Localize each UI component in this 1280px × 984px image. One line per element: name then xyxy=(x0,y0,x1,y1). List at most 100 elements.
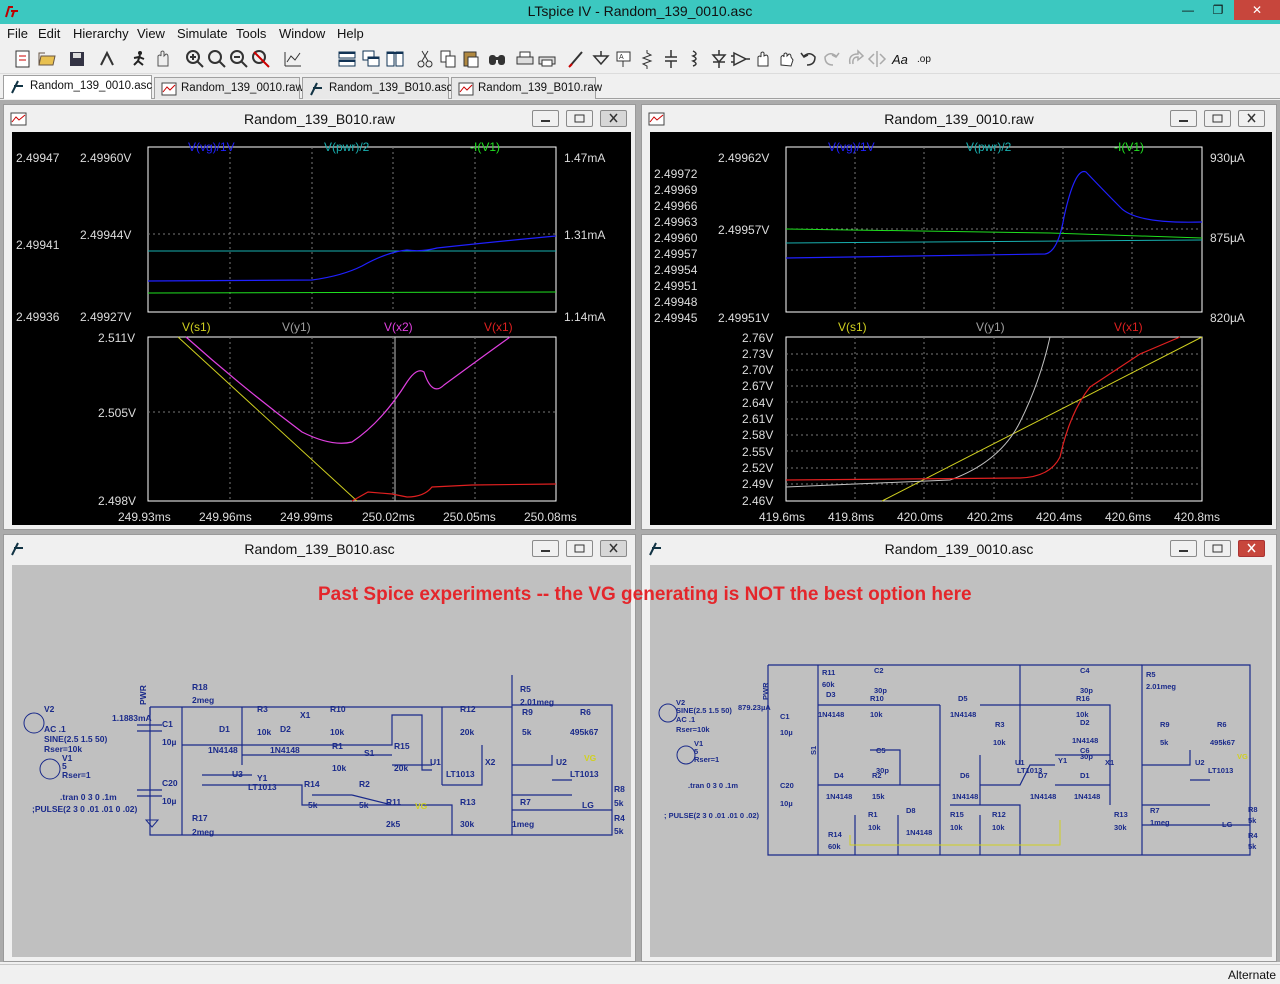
trace-label-vg[interactable]: V(vg)/1V xyxy=(188,140,235,154)
menu-tools[interactable]: Tools xyxy=(236,26,266,41)
schematic-canvas-right[interactable]: PWR R11 60k D3 1N4148 C2 30p R10 10k D5 … xyxy=(650,565,1272,957)
ground-icon[interactable] xyxy=(590,48,612,70)
plot-left-titlebar[interactable]: Random_139_B010.raw xyxy=(4,105,635,131)
trace-label-x1[interactable]: V(x1) xyxy=(484,320,513,334)
minimize-button[interactable] xyxy=(532,110,559,127)
paste-icon[interactable] xyxy=(460,48,482,70)
waveform-plot-right[interactable]: V(vg)/1V V(pwr)/2 -I(V1) V(s1) V(y1) V(x… xyxy=(650,132,1272,525)
rotate-icon[interactable] xyxy=(844,48,866,70)
label-net-icon[interactable]: A xyxy=(613,48,635,70)
sch-right-titlebar[interactable]: Random_139_0010.asc xyxy=(642,535,1276,561)
axis-tick: 2.49927V xyxy=(80,310,131,324)
tile-horizontal-icon[interactable] xyxy=(336,48,358,70)
trace-label-vg[interactable]: V(vg)/1V xyxy=(828,140,875,154)
tab-random-139-0010-raw[interactable]: Random_139_0010.raw xyxy=(154,77,304,99)
menu-simulate[interactable]: Simulate xyxy=(177,26,228,41)
sch-label: 2meg xyxy=(192,827,214,837)
waveform-plot-left-canvas[interactable]: V(vg)/1V V(pwr)/2 -I(V1) V(s1) V(y1) V(x… xyxy=(12,132,631,525)
capacitor-icon[interactable] xyxy=(660,48,682,70)
voltage-source-icon xyxy=(658,703,678,723)
minimize-button[interactable] xyxy=(1170,540,1197,557)
trace-label-s1[interactable]: V(s1) xyxy=(838,320,867,334)
schematic-drawing-left[interactable]: PWR R18 2meg R3 10k X1 R10 10k R12 20k R… xyxy=(12,565,631,957)
trace-label-y1[interactable]: V(y1) xyxy=(282,320,311,334)
sch-label: 1N4148 xyxy=(1074,792,1100,801)
trace-label-s1[interactable]: V(s1) xyxy=(182,320,211,334)
save-icon[interactable] xyxy=(66,48,88,70)
undo-icon[interactable] xyxy=(798,48,820,70)
trace-label-iv1[interactable]: -I(V1) xyxy=(470,140,500,154)
minimize-button[interactable] xyxy=(532,540,559,557)
copy-icon[interactable] xyxy=(437,48,459,70)
trace-label-x1[interactable]: V(x1) xyxy=(1114,320,1143,334)
close-button[interactable] xyxy=(1238,110,1265,127)
text-icon[interactable]: Aa xyxy=(890,48,912,70)
trace-label-x2[interactable]: V(x2) xyxy=(384,320,413,334)
tab-random-139-0010-asc[interactable]: Random_139_0010.asc xyxy=(3,75,152,99)
diode-icon[interactable] xyxy=(708,48,730,70)
plot-right-titlebar[interactable]: Random_139_0010.raw xyxy=(642,105,1276,131)
minimize-button[interactable]: — xyxy=(1174,0,1202,20)
draw-wire-icon[interactable] xyxy=(566,48,588,70)
sch-label: D5 xyxy=(958,694,968,703)
sch-label: R15 xyxy=(950,810,964,819)
redo-icon[interactable] xyxy=(820,48,842,70)
cut-icon[interactable] xyxy=(414,48,436,70)
close-button[interactable] xyxy=(1238,540,1265,557)
drag-icon[interactable] xyxy=(776,48,798,70)
close-button[interactable] xyxy=(600,110,627,127)
tab-random-139-b010-asc[interactable]: Random_139_B010.asc xyxy=(302,77,452,99)
sch-label: R8 xyxy=(614,784,625,794)
run-icon[interactable] xyxy=(128,48,150,70)
menu-window[interactable]: Window xyxy=(279,26,325,41)
menu-file[interactable]: File xyxy=(7,26,28,41)
trace-label-pwr[interactable]: V(pwr)/2 xyxy=(324,140,370,154)
trace-label-iv1[interactable]: -I(V1) xyxy=(1114,140,1144,154)
menu-help[interactable]: Help xyxy=(337,26,364,41)
component-icon[interactable] xyxy=(730,48,752,70)
halt-icon[interactable] xyxy=(152,48,174,70)
maximize-button[interactable] xyxy=(566,110,593,127)
axis-tick: 2.49941 xyxy=(16,238,60,252)
cascade-icon[interactable] xyxy=(360,48,382,70)
control-panel-icon[interactable] xyxy=(96,48,118,70)
waveform-plot-left[interactable]: V(vg)/1V V(pwr)/2 -I(V1) V(s1) V(y1) V(x… xyxy=(12,132,631,525)
menu-view[interactable]: View xyxy=(137,26,165,41)
close-button[interactable] xyxy=(600,540,627,557)
zoom-out-icon[interactable] xyxy=(228,48,250,70)
menu-hierarchy[interactable]: Hierarchy xyxy=(73,26,129,41)
autorange-icon[interactable] xyxy=(282,48,304,70)
plot-window-left[interactable]: Random_139_B010.raw V(vg)/1V V(pwr)/2 -I… xyxy=(3,104,636,530)
resistor-icon[interactable] xyxy=(636,48,658,70)
sch-label: R11 xyxy=(822,668,835,677)
maximize-button[interactable] xyxy=(1204,110,1231,127)
open-icon[interactable] xyxy=(36,48,58,70)
zoom-fit-icon[interactable] xyxy=(250,48,272,70)
plot-window-right[interactable]: Random_139_0010.raw V(vg)/1V V(pwr)/2 -I… xyxy=(641,104,1277,530)
mirror-icon[interactable] xyxy=(866,48,888,70)
maximize-button[interactable] xyxy=(1204,540,1231,557)
minimize-button[interactable] xyxy=(1170,110,1197,127)
move-icon[interactable] xyxy=(752,48,774,70)
waveform-plot-right-canvas[interactable]: V(vg)/1V V(pwr)/2 -I(V1) V(s1) V(y1) V(x… xyxy=(650,132,1272,525)
find-icon[interactable] xyxy=(486,48,508,70)
maximize-button[interactable] xyxy=(566,540,593,557)
menu-edit[interactable]: Edit xyxy=(38,26,60,41)
axis-tick: 2.46V xyxy=(742,494,773,508)
trace-label-pwr[interactable]: V(pwr)/2 xyxy=(966,140,1012,154)
close-button[interactable]: ✕ xyxy=(1234,0,1280,20)
restore-button[interactable]: ❐ xyxy=(1204,0,1232,20)
trace-label-y1[interactable]: V(y1) xyxy=(976,320,1005,334)
inductor-icon[interactable] xyxy=(684,48,706,70)
sch-left-titlebar[interactable]: Random_139_B010.asc xyxy=(4,535,635,561)
zoom-in-icon[interactable] xyxy=(184,48,206,70)
tab-random-139-b010-raw[interactable]: Random_139_B010.raw xyxy=(451,77,602,99)
schematic-canvas-left[interactable]: PWR R18 2meg R3 10k X1 R10 10k R12 20k R… xyxy=(12,565,631,957)
schematic-drawing-right[interactable]: PWR R11 60k D3 1N4148 C2 30p R10 10k D5 … xyxy=(650,565,1272,957)
pan-icon[interactable] xyxy=(206,48,228,70)
new-schematic-icon[interactable] xyxy=(12,48,34,70)
print-setup-icon[interactable] xyxy=(536,48,558,70)
spice-directive-icon[interactable]: .op xyxy=(914,48,936,70)
print-icon[interactable] xyxy=(514,48,536,70)
tile-vertical-icon[interactable] xyxy=(384,48,406,70)
